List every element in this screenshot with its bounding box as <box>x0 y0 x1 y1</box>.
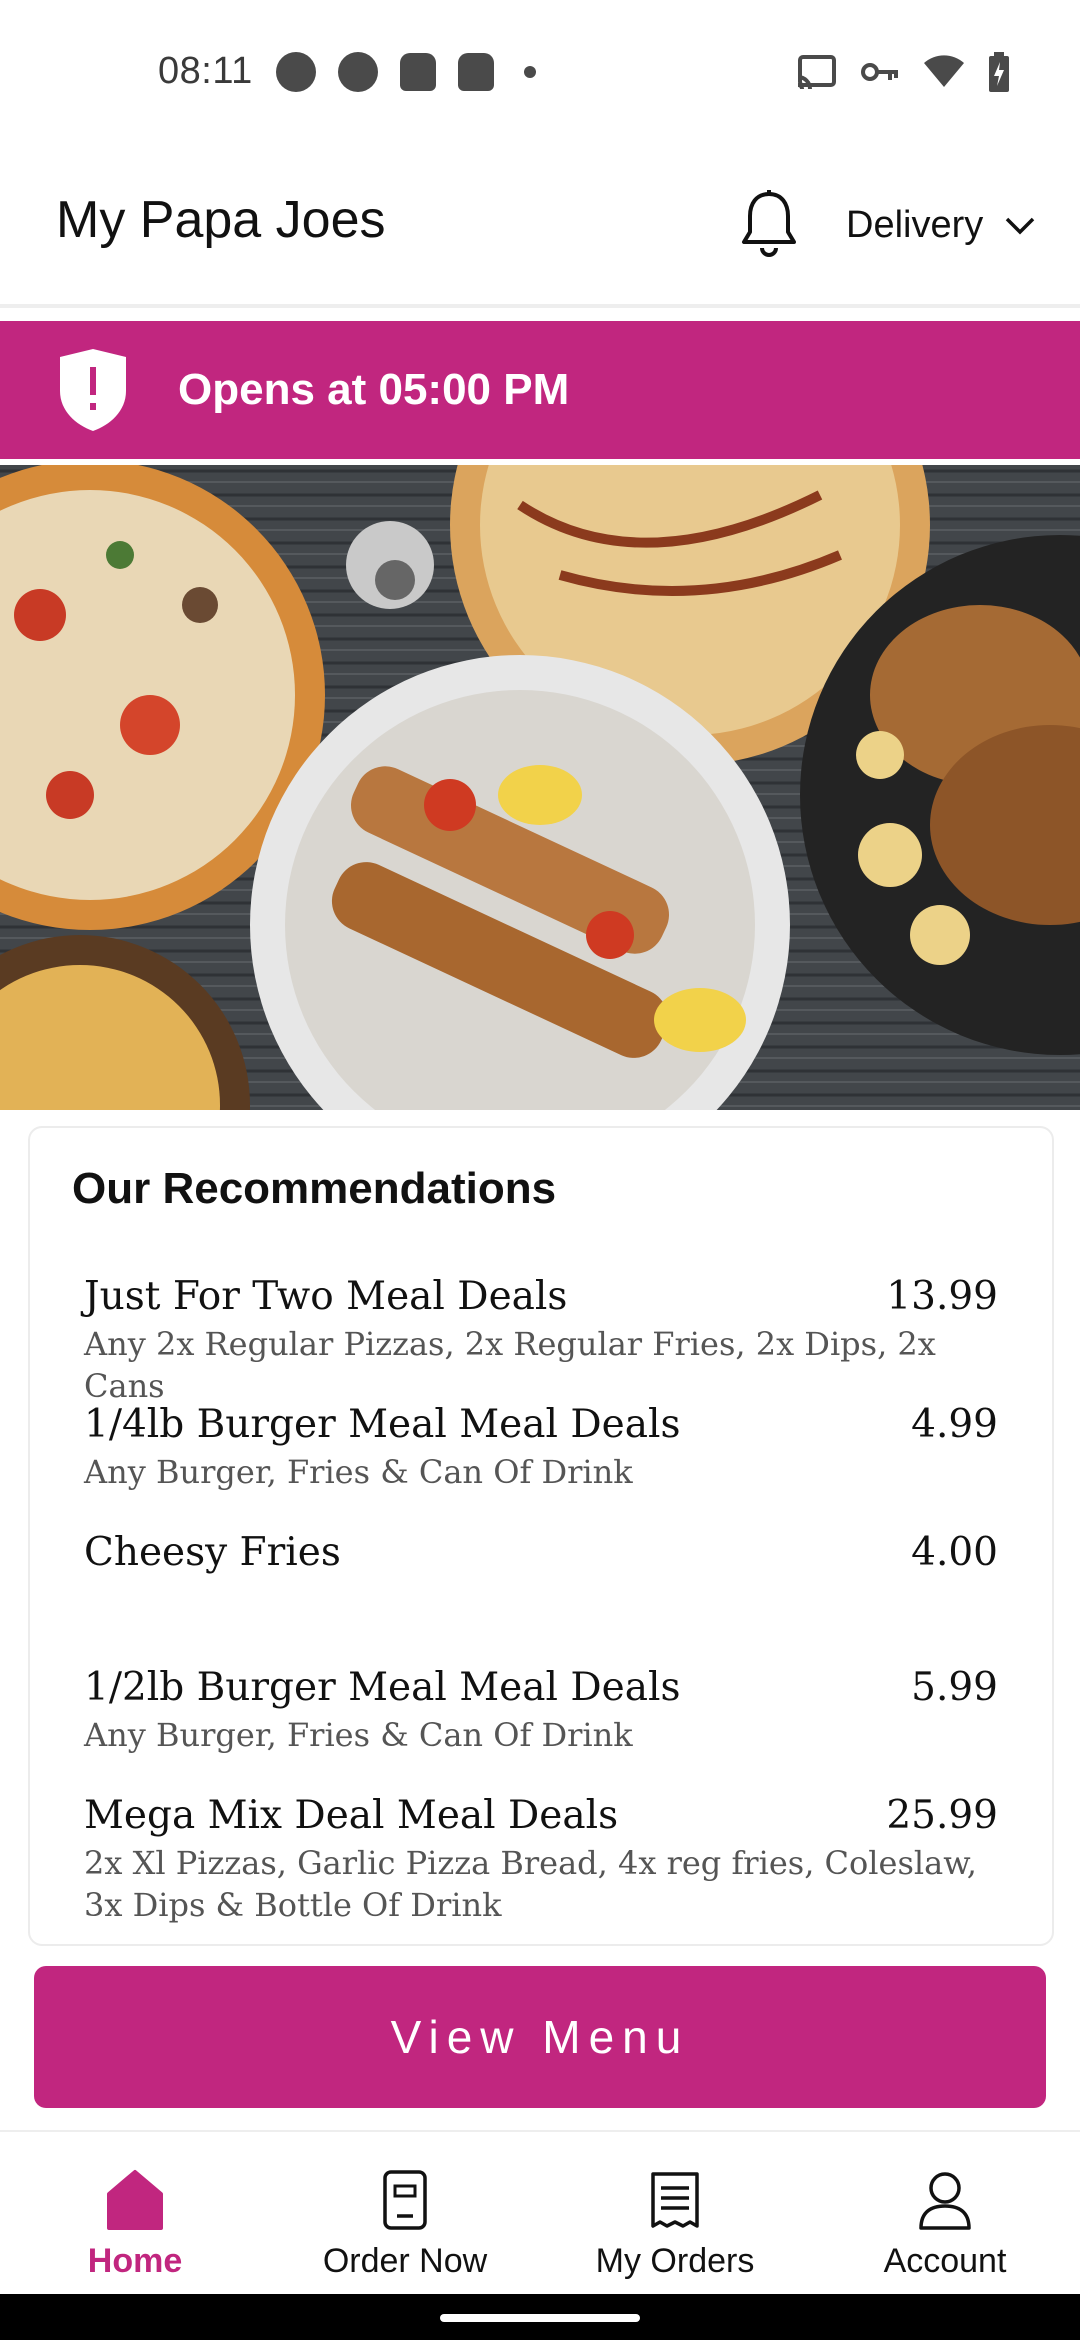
user-icon <box>919 2172 971 2230</box>
item-description: 2x Xl Pizzas, Garlic Pizza Bread, 4x reg… <box>84 1844 977 1924</box>
item-price: 4.00 <box>911 1530 998 1575</box>
recommendations-list: Just For Two Meal Deals 13.99 Any 2x Reg… <box>84 1274 998 1926</box>
recommendation-item[interactable]: 1/4lb Burger Meal Meal Deals 4.99 Any Bu… <box>84 1402 998 1530</box>
chevron-down-icon <box>1006 217 1035 234</box>
view-menu-button[interactable]: View Menu <box>34 1966 1046 2108</box>
vpn-key-icon <box>861 63 898 81</box>
recommendation-item[interactable]: Mega Mix Deal Meal Deals 25.99 2x Xl Piz… <box>84 1793 998 1926</box>
android-icon <box>400 53 436 91</box>
receipt-icon <box>651 2172 699 2228</box>
status-time: 08:11 <box>158 50 253 92</box>
nav-label-my-orders: My Orders <box>595 2242 755 2280</box>
opening-time-banner: Opens at 05:00 PM <box>0 321 1080 459</box>
gesture-bar <box>0 2294 1080 2340</box>
recommendation-item[interactable]: Cheesy Fries 4.00 <box>84 1530 998 1665</box>
status-left-icons <box>276 52 536 92</box>
home-icon <box>107 2170 163 2230</box>
nav-item-order-now[interactable]: Order Now <box>270 2132 540 2294</box>
delivery-mode-label: Delivery <box>846 204 984 246</box>
order-icon <box>383 2170 427 2230</box>
item-description: Any Burger, Fries & Can Of Drink <box>84 1453 633 1491</box>
status-right-icons <box>796 52 1010 92</box>
bottom-nav: Home Order Now My Orders Account <box>0 2130 1080 2294</box>
cast-icon <box>797 55 836 89</box>
pocket-casts-icon <box>276 52 316 92</box>
item-name: 1/4lb Burger Meal Meal Deals <box>84 1402 681 1447</box>
battery-icon <box>989 52 1009 92</box>
nav-label-order-now: Order Now <box>322 2242 488 2280</box>
home-gesture-handle[interactable] <box>440 2314 640 2322</box>
item-description: Any Burger, Fries & Can Of Drink <box>84 1716 633 1754</box>
recommendation-item[interactable]: 1/2lb Burger Meal Meal Deals 5.99 Any Bu… <box>84 1665 998 1793</box>
page-title: My Papa Joes <box>56 191 386 249</box>
item-price: 4.99 <box>911 1402 998 1447</box>
wifi-icon <box>924 55 964 87</box>
item-name: Just For Two Meal Deals <box>84 1274 568 1319</box>
nav-label-home: Home <box>87 2242 183 2280</box>
item-price: 25.99 <box>886 1793 998 1838</box>
nav-item-home[interactable]: Home <box>0 2132 270 2294</box>
recommendations-card: Our Recommendations Just For Two Meal De… <box>28 1126 1054 1946</box>
recommendations-title: Our Recommendations <box>72 1164 557 1213</box>
item-price: 5.99 <box>911 1665 998 1710</box>
bell-icon[interactable] <box>740 188 798 260</box>
status-bar: 08:11 <box>0 0 1080 150</box>
item-name: 1/2lb Burger Meal Meal Deals <box>84 1665 681 1710</box>
shield-alert-icon <box>60 349 126 431</box>
item-price: 13.99 <box>886 1274 998 1319</box>
item-name: Mega Mix Deal Meal Deals <box>84 1793 619 1838</box>
notification-dot-icon <box>524 66 536 78</box>
sync-icon <box>338 52 378 92</box>
opening-time-text: Opens at 05:00 PM <box>178 365 570 414</box>
app-bar: My Papa Joes Delivery <box>0 150 1080 308</box>
android-icon <box>458 53 494 91</box>
nav-item-account[interactable]: Account <box>810 2132 1080 2294</box>
hero-food-image <box>0 465 1080 1110</box>
nav-item-my-orders[interactable]: My Orders <box>540 2132 810 2294</box>
item-description: Any 2x Regular Pizzas, 2x Regular Fries,… <box>84 1325 936 1405</box>
item-name: Cheesy Fries <box>84 1530 341 1575</box>
delivery-mode-dropdown[interactable]: Delivery <box>846 204 1035 247</box>
recommendation-item[interactable]: Just For Two Meal Deals 13.99 Any 2x Reg… <box>84 1274 998 1405</box>
nav-label-account: Account <box>883 2242 1007 2280</box>
